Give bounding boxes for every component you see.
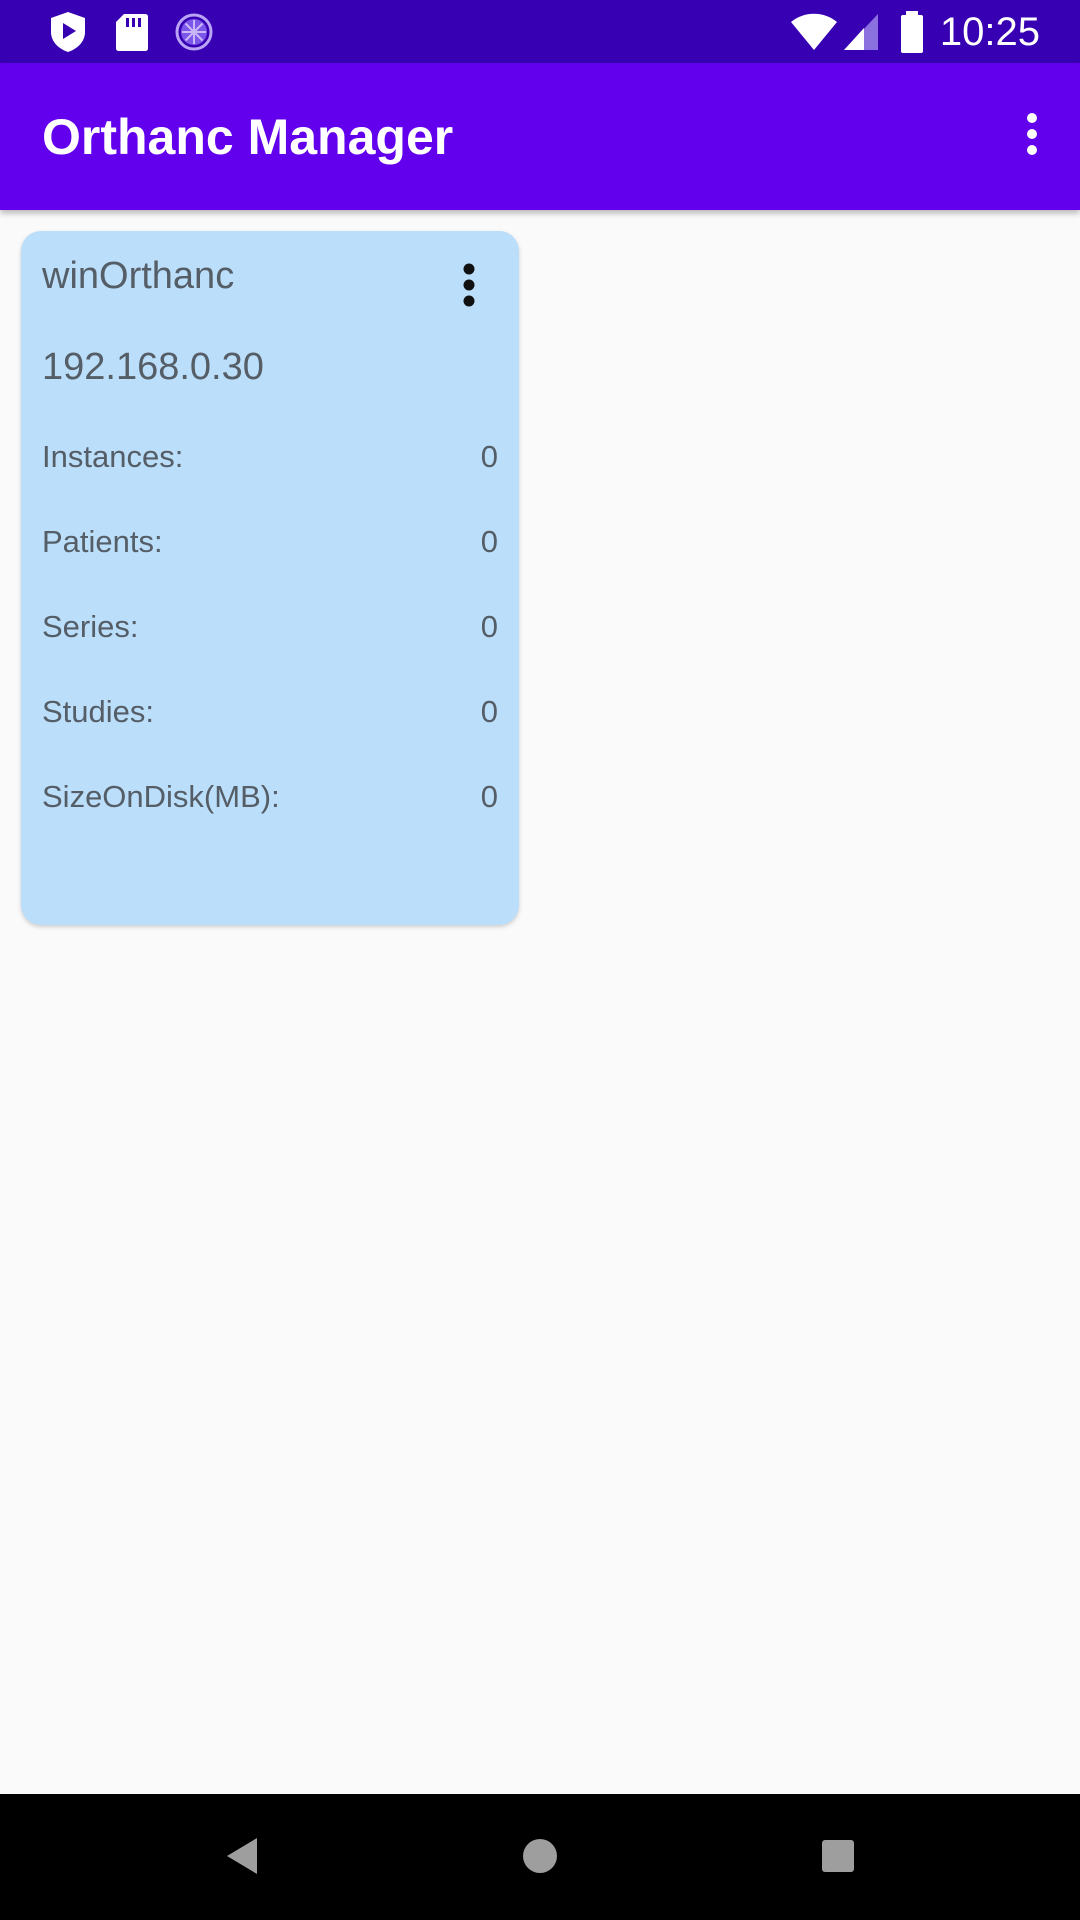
stat-label: Series: [42,609,139,644]
status-time: 10:25 [939,10,1040,54]
home-icon [520,1836,560,1881]
stat-row-studies: Studies: 0 [42,692,498,732]
sync-progress-icon [174,10,214,54]
app-title: Orthanc Manager [42,109,454,165]
stat-row-instances: Instances: 0 [42,437,498,477]
server-card-menu-button[interactable] [445,257,493,317]
sd-card-icon [114,10,150,54]
app-bar: Orthanc Manager [0,63,1080,210]
stat-value: 0 [480,694,498,729]
wifi-icon [790,10,838,54]
stat-row-size-on-disk: SizeOnDisk(MB): 0 [42,777,498,817]
stat-value: 0 [480,609,498,644]
shield-notification-icon [48,10,88,54]
battery-icon [898,10,926,54]
server-list: winOrthanc 192.168.0.30 Instances: 0 Pat… [0,210,1080,1794]
server-card[interactable]: winOrthanc 192.168.0.30 Instances: 0 Pat… [21,231,519,925]
stat-value: 0 [480,779,498,814]
nav-back-button[interactable] [206,1822,278,1894]
more-vert-icon [1026,112,1038,161]
navigation-bar [0,1794,1080,1920]
stat-value: 0 [480,524,498,559]
back-icon [224,1836,260,1881]
overflow-menu-button[interactable] [1002,103,1062,169]
nav-recents-button[interactable] [802,1822,874,1894]
server-name: winOrthanc [42,255,235,297]
stat-label: Patients: [42,524,163,559]
status-bar: 10:25 [0,0,1080,63]
more-vert-icon [462,263,476,312]
cell-signal-icon [842,10,880,54]
stat-row-patients: Patients: 0 [42,522,498,562]
stat-label: SizeOnDisk(MB): [42,779,280,814]
server-ip: 192.168.0.30 [42,346,264,388]
stat-value: 0 [480,439,498,474]
recents-icon [820,1838,856,1879]
stat-row-series: Series: 0 [42,607,498,647]
nav-home-button[interactable] [504,1822,576,1894]
stat-label: Studies: [42,694,155,729]
stat-label: Instances: [42,439,184,474]
